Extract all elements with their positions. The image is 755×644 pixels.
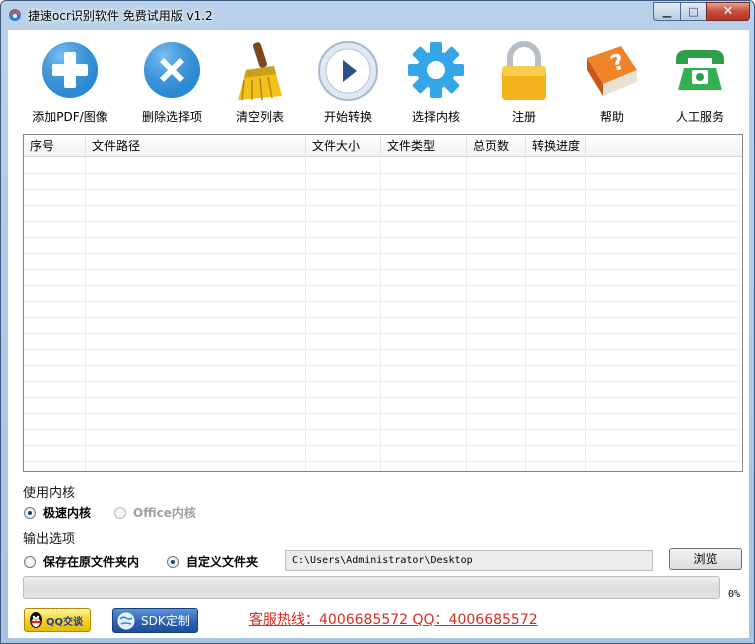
radio-label: 极速内核 (43, 506, 92, 520)
maximize-button[interactable]: □ (680, 2, 706, 21)
column-divider (305, 158, 306, 471)
empty-rows (24, 158, 742, 471)
file-list-table[interactable]: 序号 文件路径 文件大小 文件类型 总页数 转换进度 (23, 134, 743, 472)
radio-custom-folder[interactable]: 自定义文件夹 (167, 553, 258, 570)
tool-label: 添加PDF/图像 (32, 110, 108, 124)
minimize-button[interactable]: ▁ (653, 2, 680, 21)
toolbar: 添加PDF/图像 删除选择项 清空列表 开始转换 选择内核 注册 ? 帮助 人工… (8, 30, 749, 130)
column-header-type[interactable]: 文件类型 (381, 135, 467, 157)
tool-label: 人工服务 (675, 110, 724, 124)
column-divider (585, 158, 586, 471)
tool-label: 清空列表 (235, 110, 284, 124)
qq-chat-label: QQ交谈 (46, 616, 84, 628)
add-icon (42, 42, 98, 98)
column-header-index[interactable]: 序号 (24, 135, 86, 157)
tool-label: 开始转换 (323, 110, 372, 124)
tool-label: 帮助 (599, 110, 624, 124)
close-button[interactable]: ✕ (706, 2, 750, 21)
column-divider (525, 158, 526, 471)
client-area: 添加PDF/图像 删除选择项 清空列表 开始转换 选择内核 注册 ? 帮助 人工… (8, 30, 749, 638)
help-button[interactable]: ? 帮助 (569, 40, 655, 130)
select-engine-button[interactable]: 选择内核 (393, 40, 479, 130)
app-logo-icon (9, 9, 21, 21)
progress-percent: 0% (728, 589, 741, 600)
column-header-path[interactable]: 文件路径 (86, 135, 306, 157)
tool-label: 删除选择项 (141, 110, 202, 124)
lock-icon (502, 41, 546, 100)
radio-save-original-folder[interactable]: 保存在原文件夹内 (24, 553, 139, 570)
output-path-field[interactable]: C:\Users\Administrator\Desktop (285, 550, 653, 571)
radio-fast-engine[interactable]: 极速内核 (24, 504, 91, 521)
output-group-label: 输出选项 (23, 532, 76, 547)
customer-service-hotline-link[interactable]: 客服热线：4006685572 QQ：4006685572 (249, 609, 538, 629)
start-convert-button[interactable]: 开始转换 (305, 40, 391, 130)
broom-icon (238, 42, 282, 101)
radio-label: Office内核 (133, 506, 196, 520)
app-window: 捷速ocr识别软件 免费试用版 v1.2 ▁ □ ✕ 添加PDF/图像 删除选择… (0, 0, 755, 644)
gear-icon (408, 42, 464, 98)
globe-icon (117, 612, 135, 629)
conversion-progress-bar (23, 576, 720, 599)
radio-label: 自定义文件夹 (186, 555, 259, 569)
window-controls: ▁ □ ✕ (653, 2, 750, 21)
qq-chat-button[interactable]: QQ交谈 (24, 608, 91, 632)
column-divider (380, 158, 381, 471)
radio-button-selected[interactable] (24, 506, 36, 519)
sdk-custom-button[interactable]: SDK定制 (112, 608, 198, 633)
title-bar[interactable]: 捷速ocr识别软件 免费试用版 v1.2 ▁ □ ✕ (1, 1, 754, 29)
engine-group-label: 使用内核 (23, 486, 76, 501)
add-pdf-image-button[interactable]: 添加PDF/图像 (27, 40, 113, 130)
radio-button[interactable] (24, 555, 36, 568)
register-button[interactable]: 注册 (481, 40, 567, 130)
radio-button-selected[interactable] (167, 555, 179, 568)
tool-label: 注册 (511, 110, 536, 124)
window-title: 捷速ocr识别软件 免费试用版 v1.2 (28, 9, 213, 23)
column-header-size[interactable]: 文件大小 (306, 135, 381, 157)
help-book-icon: ? (587, 46, 637, 96)
browse-button[interactable]: 浏览 (669, 548, 742, 570)
column-divider (85, 158, 86, 471)
clear-list-button[interactable]: 清空列表 (217, 40, 303, 130)
play-icon (318, 41, 378, 101)
delete-selected-button[interactable]: 删除选择项 (129, 40, 215, 130)
qq-penguin-icon (30, 612, 42, 628)
column-divider (466, 158, 467, 471)
radio-label: 保存在原文件夹内 (43, 555, 140, 569)
column-header-pages[interactable]: 总页数 (467, 135, 526, 157)
column-header-progress[interactable]: 转换进度 (526, 135, 586, 157)
tool-label: 选择内核 (411, 110, 460, 124)
table-body[interactable] (24, 158, 742, 471)
manual-service-button[interactable]: 人工服务 (657, 40, 743, 130)
table-header: 序号 文件路径 文件大小 文件类型 总页数 转换进度 (24, 135, 742, 157)
telephone-icon (676, 50, 724, 90)
radio-office-engine: Office内核 (114, 504, 196, 521)
delete-icon (144, 42, 200, 98)
sdk-custom-label: SDK定制 (141, 614, 190, 628)
radio-button-disabled (114, 506, 126, 519)
